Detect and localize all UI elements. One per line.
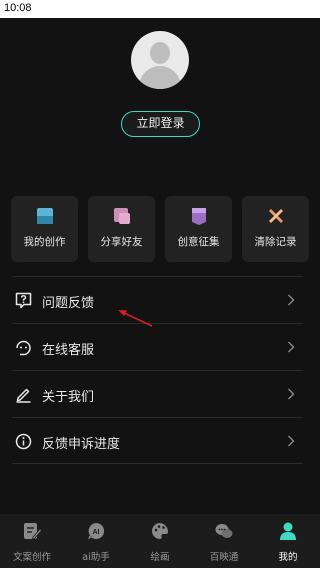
chevron-right-icon	[288, 294, 295, 306]
tab-label: 百映通	[209, 552, 239, 563]
tab-ai-assistant[interactable]: AI ai助手	[64, 514, 128, 568]
my-creations-card[interactable]: 我的创作	[11, 196, 78, 262]
login-button[interactable]: 立即登录	[121, 111, 200, 137]
ai-chat-icon: AI	[88, 522, 105, 539]
status-time: 10:08	[4, 2, 32, 14]
feedback-question-icon	[15, 292, 32, 309]
tab-label: 绘画	[150, 552, 170, 563]
document-folder-icon	[37, 208, 53, 224]
menu-item-label: 问题反馈	[42, 296, 95, 311]
svg-text:AI: AI	[93, 529, 100, 536]
tab-label: 文案创作	[12, 552, 51, 563]
write-icon	[24, 523, 42, 540]
palette-icon	[152, 523, 169, 539]
info-icon	[15, 433, 32, 450]
customer-service-icon	[16, 340, 31, 356]
tab-label: ai助手	[82, 552, 110, 563]
card-label: 创意征集	[177, 236, 220, 248]
menu-item-online-service[interactable]: 在线客服	[12, 323, 303, 370]
person-icon	[280, 522, 296, 540]
chevron-right-icon	[288, 435, 295, 447]
banner-icon	[192, 208, 206, 225]
chevron-right-icon	[288, 341, 295, 353]
avatar-head	[150, 42, 170, 64]
tab-label: 我的	[278, 552, 298, 563]
clear-tools-icon	[269, 209, 283, 223]
tab-painting[interactable]: 绘画	[128, 514, 192, 568]
menu-item-about-us[interactable]: 关于我们	[12, 370, 303, 417]
chevron-right-icon	[288, 388, 295, 400]
tab-copywriting[interactable]: 文案创作	[0, 514, 64, 568]
edit-pen-icon	[16, 388, 31, 403]
idea-collection-card[interactable]: 创意征集	[165, 196, 232, 262]
tab-mine[interactable]: 我的	[256, 514, 320, 568]
menu-item-appeal-progress[interactable]: 反馈申诉进度	[12, 417, 303, 464]
menu-item-feedback[interactable]: 问题反馈	[12, 276, 303, 323]
status-bar: 10:08	[0, 0, 320, 18]
clear-records-card[interactable]: 清除记录	[242, 196, 309, 262]
tab-baiyingtong[interactable]: 百映通	[192, 514, 256, 568]
chat-bubbles-icon	[215, 524, 233, 538]
annotation-arrow-icon	[118, 310, 153, 327]
share-icon	[114, 208, 130, 224]
quick-actions: 我的创作 分享好友 创意征集 清除记录	[0, 196, 320, 262]
menu-item-label: 反馈申诉进度	[42, 437, 121, 452]
card-label: 我的创作	[23, 236, 66, 248]
avatar[interactable]	[131, 31, 189, 89]
share-friends-card[interactable]: 分享好友	[88, 196, 155, 262]
menu-item-label: 关于我们	[42, 390, 95, 405]
bottom-tab-bar: 文案创作 AI ai助手 绘画 百映通 我的	[0, 514, 320, 568]
card-label: 分享好友	[100, 236, 143, 248]
menu-item-label: 在线客服	[42, 343, 95, 358]
settings-menu: 问题反馈 在线客服 关于我们 反馈申诉进度	[12, 276, 303, 464]
avatar-body	[139, 66, 181, 89]
card-label: 清除记录	[254, 236, 297, 248]
